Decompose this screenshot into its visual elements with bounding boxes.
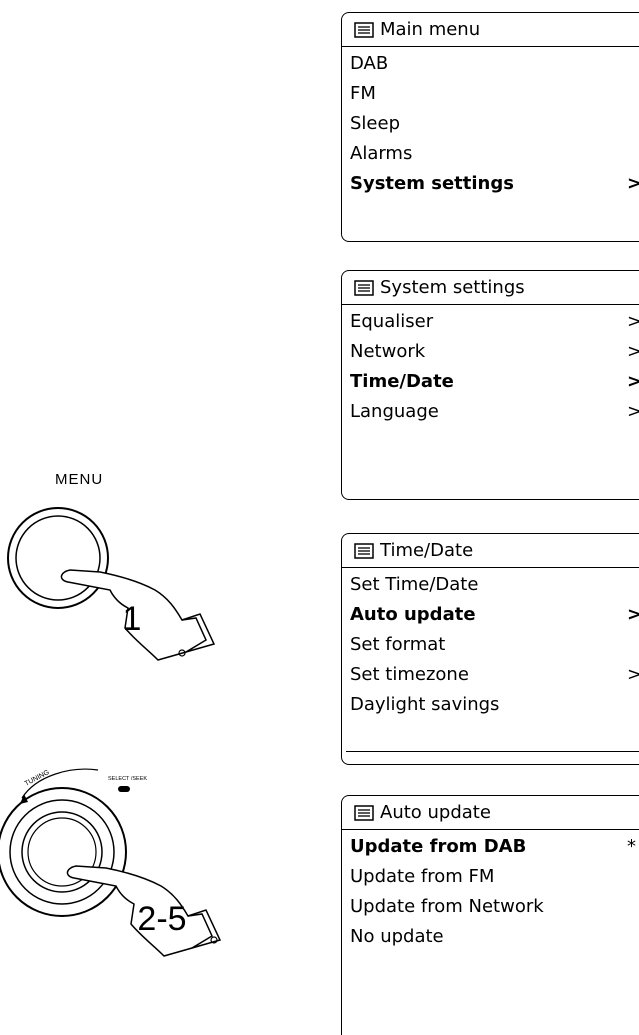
list-icon (354, 279, 374, 296)
lcd-screen-main-menu: Main menu DAB FM Sleep Alarms System set… (341, 12, 639, 242)
menu-item-network[interactable]: Network > (350, 337, 639, 367)
selected-asterisk-icon: * (627, 836, 636, 857)
menu-list: DAB FM Sleep Alarms System settings > (342, 47, 639, 199)
lcd-header: System settings (342, 271, 639, 305)
menu-button-outer-ring (7, 507, 109, 609)
chevron-right-icon: > (627, 401, 639, 422)
lcd-header: Auto update (342, 796, 639, 830)
chevron-right-icon: > (627, 173, 639, 194)
menu-item-no-update[interactable]: No update (350, 922, 639, 952)
menu-item-set-time-date[interactable]: Set Time/Date (350, 570, 639, 600)
menu-item-sleep[interactable]: Sleep (350, 109, 639, 139)
menu-item-language[interactable]: Language > (350, 397, 639, 427)
menu-list: Update from DAB * Update from FM Update f… (342, 830, 639, 952)
menu-item-auto-update[interactable]: Auto update > (350, 600, 639, 630)
lcd-screen-time-date: Time/Date Set Time/Date Auto update > Set… (341, 533, 639, 765)
menu-item-set-format[interactable]: Set format (350, 630, 639, 660)
chevron-right-icon: > (627, 341, 639, 362)
menu-item-update-from-network[interactable]: Update from Network (350, 892, 639, 922)
lcd-header: Time/Date (342, 534, 639, 568)
step-number-menu: 1 (123, 600, 142, 638)
menu-item-alarms[interactable]: Alarms (350, 139, 639, 169)
divider (346, 751, 639, 752)
select-seek-label: SELECT /SEEK (108, 776, 147, 782)
menu-item-dab[interactable]: DAB (350, 49, 639, 79)
lcd-title: Auto update (380, 802, 491, 823)
list-icon (354, 21, 374, 38)
menu-button-label: MENU (55, 471, 104, 488)
list-icon (354, 542, 374, 559)
tuning-knob-illustration[interactable]: TUNING SELECT /SEEK 2-5 (0, 750, 260, 980)
chevron-right-icon: > (627, 311, 639, 332)
menu-item-time-date[interactable]: Time/Date > (350, 367, 639, 397)
list-icon (354, 804, 374, 821)
menu-list: Set Time/Date Auto update > Set format Se… (342, 568, 639, 720)
select-indicator-icon (118, 786, 130, 792)
menu-item-update-from-dab[interactable]: Update from DAB * (350, 832, 639, 862)
lcd-title: Main menu (380, 19, 481, 40)
step-number-tuning: 2-5 (137, 900, 186, 938)
menu-item-fm[interactable]: FM (350, 79, 639, 109)
menu-list: Equaliser > Network > Time/Date > Language > (342, 305, 639, 427)
tuning-knob-outer-ring (0, 787, 127, 917)
menu-item-update-from-fm[interactable]: Update from FM (350, 862, 639, 892)
lcd-title: Time/Date (380, 540, 474, 561)
menu-item-daylight-savings[interactable]: Daylight savings (350, 690, 639, 720)
tuning-label: TUNING (24, 769, 51, 788)
menu-item-set-timezone[interactable]: Set timezone > (350, 660, 639, 690)
lcd-title: System settings (380, 277, 525, 298)
lcd-screen-auto-update: Auto update Update from DAB * Update from… (341, 795, 639, 1035)
menu-button-illustration[interactable]: 1 (0, 500, 220, 710)
lcd-header: Main menu (342, 13, 639, 47)
chevron-right-icon: > (627, 604, 639, 625)
tuning-knob-middle-ring (9, 799, 115, 905)
chevron-right-icon: > (627, 371, 639, 392)
menu-item-equaliser[interactable]: Equaliser > (350, 307, 639, 337)
menu-button-inner-ring (15, 515, 101, 601)
lcd-screen-system-settings: System settings Equaliser > Network > Time… (341, 270, 639, 500)
chevron-right-icon: > (627, 664, 639, 685)
menu-item-system-settings[interactable]: System settings > (350, 169, 639, 199)
